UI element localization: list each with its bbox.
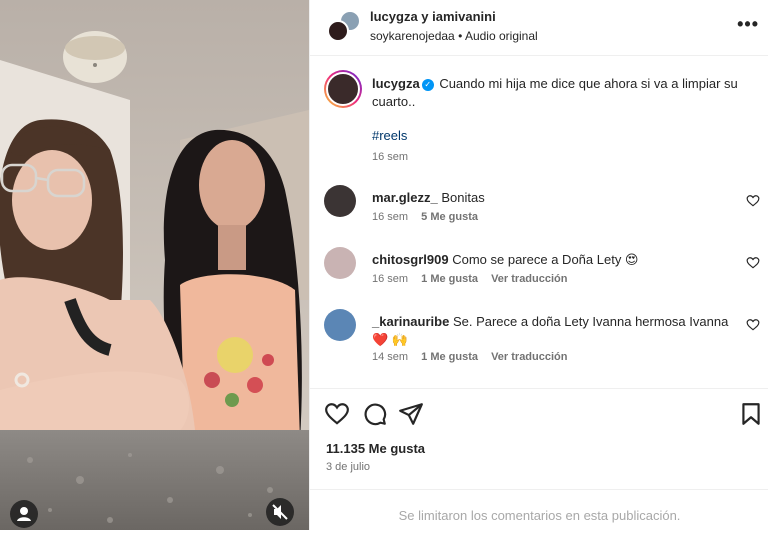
collab-usernames[interactable]: lucygza y iamivanini <box>370 9 496 24</box>
comment-username[interactable]: mar.glezz_ <box>372 190 438 205</box>
comment-text-block: mar.glezz_ Bonitas <box>372 189 732 207</box>
like-comment-heart-icon[interactable] <box>746 194 760 208</box>
post-viewer: lucygza y iamivanini soykarenojedaa • Au… <box>0 0 768 530</box>
avatar[interactable] <box>324 185 356 217</box>
reel-video[interactable] <box>0 0 309 530</box>
like-count[interactable]: 11.135 Me gusta <box>326 441 425 456</box>
hashtag-link[interactable]: #reels <box>372 128 407 143</box>
caption-time: 16 sem <box>372 151 409 163</box>
separator: • <box>458 29 463 43</box>
comment-time: 16 sem <box>372 211 409 223</box>
comment-likes[interactable]: 1 Me gusta <box>421 273 478 285</box>
translate-link[interactable]: Ver traducción <box>491 351 567 363</box>
avatar[interactable] <box>324 309 356 341</box>
comment-time: 16 sem <box>372 273 409 285</box>
like-heart-icon[interactable] <box>324 401 350 427</box>
audio-link[interactable]: Audio original <box>465 29 538 43</box>
comment-text: Como se parece a Doña Lety 😍 <box>452 252 639 267</box>
comment-username[interactable]: _karinauribe <box>372 314 449 329</box>
caption-username[interactable]: lucygza <box>372 76 420 91</box>
audio-line: soykarenojedaa • Audio original <box>370 29 538 43</box>
comment-text-block: chitosgrl909 Como se parece a Doña Lety … <box>372 251 732 269</box>
save-bookmark-icon[interactable] <box>738 401 764 427</box>
post-actions: 11.135 Me gusta 3 de julio <box>310 388 768 488</box>
comment-meta: 16 sem 5 Me gusta <box>372 211 488 223</box>
caption-avatar[interactable] <box>324 70 362 108</box>
speaker-muted-icon <box>272 504 288 520</box>
audio-user-button[interactable] <box>10 500 38 528</box>
comment-time: 14 sem <box>372 351 409 363</box>
collab-avatars[interactable] <box>327 10 361 44</box>
post-header: lucygza y iamivanini soykarenojedaa • Au… <box>310 0 768 56</box>
comment-meta: 14 sem 1 Me gusta Ver traducción <box>372 351 577 363</box>
caption-text-block: lucygza ✓ Cuando mi hija me dice que ahor… <box>372 75 752 111</box>
share-send-icon[interactable] <box>398 401 424 427</box>
post-details-panel: lucygza y iamivanini soykarenojedaa • Au… <box>309 0 768 530</box>
audio-username[interactable]: soykarenojedaa <box>370 29 455 43</box>
video-frame <box>0 0 309 530</box>
like-comment-heart-icon[interactable] <box>746 256 760 270</box>
comments-limited-notice: Se limitaron los comentarios en esta pub… <box>310 489 768 530</box>
like-comment-heart-icon[interactable] <box>746 318 760 332</box>
comment-likes[interactable]: 5 Me gusta <box>421 211 478 223</box>
avatar[interactable] <box>324 247 356 279</box>
comment-meta: 16 sem 1 Me gusta Ver traducción <box>372 273 577 285</box>
post-date[interactable]: 3 de julio <box>326 461 370 473</box>
comment-username[interactable]: chitosgrl909 <box>372 252 449 267</box>
comment-text-block: _karinauribe Se. Parece a doña Lety Ivan… <box>372 313 732 349</box>
comment-likes[interactable]: 1 Me gusta <box>421 351 478 363</box>
more-options-icon[interactable]: ••• <box>737 14 759 35</box>
comment-bubble-icon[interactable] <box>362 401 388 427</box>
mute-button[interactable] <box>266 498 294 526</box>
translate-link[interactable]: Ver traducción <box>491 273 567 285</box>
avatar <box>327 20 349 42</box>
comment-text: Bonitas <box>441 190 485 205</box>
verified-badge-icon: ✓ <box>421 79 434 91</box>
user-icon <box>17 507 31 521</box>
